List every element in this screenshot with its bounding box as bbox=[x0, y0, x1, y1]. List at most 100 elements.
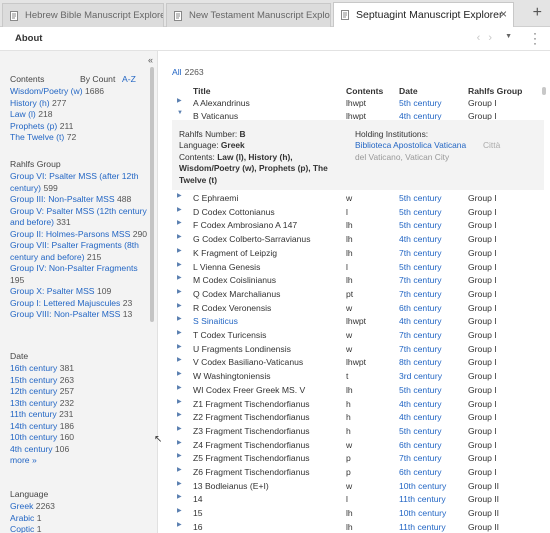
facet-item[interactable]: Group III: Non-Psalter MSS 488 bbox=[10, 194, 150, 206]
cell-date[interactable]: 7th century bbox=[399, 453, 442, 463]
facet-item[interactable]: Group II: Holmes-Parsons MSS 290 bbox=[10, 229, 150, 241]
expand-icon[interactable]: ▶ bbox=[177, 343, 182, 350]
table-row[interactable]: ▶ M Codex Coislinianus lh 7th century Group … bbox=[158, 274, 544, 288]
expand-icon[interactable]: ▶ bbox=[177, 97, 182, 104]
column-header-contents[interactable]: Contents bbox=[346, 86, 383, 96]
expand-icon[interactable]: ▶ bbox=[177, 425, 182, 432]
facet-item[interactable]: Group X: Psalter MSS 109 bbox=[10, 286, 150, 298]
cell-date[interactable]: 3rd century bbox=[399, 371, 442, 381]
cell-date[interactable]: 11th century bbox=[399, 494, 446, 504]
column-header-title[interactable]: Title bbox=[193, 86, 211, 96]
table-row[interactable]: ▶ Z1 Fragment Tischendorfianus h 4th centur… bbox=[158, 398, 544, 412]
facet-item[interactable]: Group V: Psalter MSS (12th century and b… bbox=[10, 206, 150, 229]
facet-item[interactable]: Group VIII: Non-Psalter MSS 13 bbox=[10, 309, 150, 321]
forward-icon[interactable]: › bbox=[488, 32, 500, 44]
tab-new-testament[interactable]: New Testament Manuscript Explorer bbox=[166, 3, 331, 27]
facet-item[interactable]: 11th century 231 bbox=[10, 409, 150, 421]
expand-icon[interactable]: ▶ bbox=[177, 247, 182, 254]
more-link[interactable]: more » bbox=[10, 455, 150, 465]
expand-icon[interactable]: ▶ bbox=[177, 384, 182, 391]
expand-icon[interactable]: ▶ bbox=[177, 302, 182, 309]
cell-date[interactable]: 5th century bbox=[399, 98, 442, 108]
facet-item[interactable]: History (h) 277 bbox=[10, 98, 150, 110]
facet-item[interactable]: Group VII: Psalter Fragments (8th centur… bbox=[10, 240, 150, 263]
expand-icon[interactable]: ▶ bbox=[177, 493, 182, 500]
facet-item[interactable]: 10th century 160 bbox=[10, 432, 150, 444]
facet-item[interactable]: Group I: Lettered Majuscules 23 bbox=[10, 298, 150, 310]
table-row[interactable]: ▶ C Ephraemi w 5th century Group I bbox=[158, 192, 544, 206]
back-icon[interactable]: ‹ bbox=[477, 32, 489, 44]
expand-icon[interactable]: ▶ bbox=[177, 411, 182, 418]
table-row[interactable]: ▶ Z2 Fragment Tischendorfianus h 4th centur… bbox=[158, 411, 544, 425]
expand-icon[interactable]: ▶ bbox=[177, 219, 182, 226]
about-button[interactable]: About bbox=[15, 33, 42, 44]
table-row[interactable]: ▶ G Codex Colberto-Sarravianus lh 4th centu… bbox=[158, 233, 544, 247]
chevron-down-icon[interactable]: ▼ bbox=[505, 33, 512, 40]
cell-date[interactable]: 7th century bbox=[399, 289, 442, 299]
table-row[interactable]: ▶ W Washingtoniensis t 3rd century Group I bbox=[158, 370, 544, 384]
facet-item[interactable]: Law (l) 218 bbox=[10, 109, 150, 121]
cell-date[interactable]: 7th century bbox=[399, 344, 442, 354]
table-row[interactable]: ▶ T Codex Turicensis w 7th century Group I bbox=[158, 329, 544, 343]
cell-date[interactable]: 10th century bbox=[399, 508, 446, 518]
cell-date[interactable]: 5th century bbox=[399, 207, 442, 217]
cell-date[interactable]: 4th century bbox=[399, 234, 442, 244]
expand-icon[interactable]: ▶ bbox=[177, 507, 182, 514]
expand-icon[interactable]: ▶ bbox=[177, 439, 182, 446]
cell-date[interactable]: 5th century bbox=[399, 220, 442, 230]
new-tab-button[interactable]: + bbox=[533, 4, 542, 22]
close-icon[interactable]: × bbox=[500, 7, 507, 21]
tab-hebrew-bible[interactable]: Hebrew Bible Manuscript Explorer bbox=[2, 3, 164, 27]
table-row[interactable]: ▶ 13 Bodleianus (E+I) w 10th century Group I… bbox=[158, 480, 544, 494]
cell-date[interactable]: 5th century bbox=[399, 262, 442, 272]
expand-icon[interactable]: ▶ bbox=[177, 329, 182, 336]
facet-item[interactable]: Greek 2263 bbox=[10, 501, 150, 513]
table-row[interactable]: ▶ U Fragments Londinensis w 7th century Grou… bbox=[158, 343, 544, 357]
cell-date[interactable]: 6th century bbox=[399, 440, 442, 450]
sort-by-count[interactable]: By Count bbox=[80, 74, 115, 84]
table-row[interactable]: ▶ L Vienna Genesis l 5th century Group I bbox=[158, 261, 544, 275]
expand-icon[interactable]: ▶ bbox=[177, 192, 182, 199]
facet-item[interactable]: 13th century 232 bbox=[10, 398, 150, 410]
table-row[interactable]: ▶ A Alexandrinus lhwpt 5th century Group… bbox=[158, 97, 544, 111]
facet-item[interactable]: Prophets (p) 211 bbox=[10, 121, 150, 133]
cell-date[interactable]: 6th century bbox=[399, 303, 442, 313]
table-row[interactable]: ▶ Z4 Fragment Tischendorfianus w 6th centur… bbox=[158, 439, 544, 453]
table-row[interactable]: ▶ V Codex Basiliano-Vaticanus lhwpt 8th cen… bbox=[158, 356, 544, 370]
table-row[interactable]: ▶ D Codex Cottonianus l 5th century Group I bbox=[158, 206, 544, 220]
collapse-icon[interactable]: ▼ bbox=[177, 110, 183, 116]
expand-icon[interactable]: ▶ bbox=[177, 288, 182, 295]
facet-item[interactable]: The Twelve (t) 72 bbox=[10, 132, 150, 144]
cell-date[interactable]: 7th century bbox=[399, 248, 442, 258]
facet-item[interactable]: Wisdom/Poetry (w) 1686 bbox=[10, 86, 150, 98]
expand-icon[interactable]: ▶ bbox=[177, 261, 182, 268]
cell-date[interactable]: 4th century bbox=[399, 399, 442, 409]
table-row[interactable]: ▶ S Sinaiticus lhwpt 4th century Group I bbox=[158, 315, 544, 329]
all-link[interactable]: All bbox=[172, 67, 182, 77]
facet-item[interactable]: 15th century 263 bbox=[10, 375, 150, 387]
expand-icon[interactable]: ▶ bbox=[177, 356, 182, 363]
cell-date[interactable]: 4th century bbox=[399, 316, 442, 326]
table-row[interactable]: ▶ 14 l 11th century Group II bbox=[158, 493, 544, 507]
expand-icon[interactable]: ▶ bbox=[177, 274, 182, 281]
cell-date[interactable]: 4th century bbox=[399, 412, 442, 422]
expand-icon[interactable]: ▶ bbox=[177, 233, 182, 240]
table-row[interactable]: ▶ K Fragment of Leipzig lh 7th century Group… bbox=[158, 247, 544, 261]
facet-item[interactable]: 16th century 381 bbox=[10, 363, 150, 375]
expand-icon[interactable]: ▶ bbox=[177, 452, 182, 459]
cell-date[interactable]: 5th century bbox=[399, 426, 442, 436]
cell-date[interactable]: 7th century bbox=[399, 275, 442, 285]
facet-item[interactable]: Coptic 1 bbox=[10, 524, 150, 533]
column-header-rahlfs[interactable]: Rahlfs Group bbox=[468, 86, 522, 96]
table-row[interactable]: ▶ Q Codex Marchalianus pt 7th century Group … bbox=[158, 288, 544, 302]
facet-item[interactable]: Group VI: Psalter MSS (after 12th centur… bbox=[10, 171, 150, 194]
facet-item[interactable]: Arabic 1 bbox=[10, 513, 150, 525]
cell-date[interactable]: 7th century bbox=[399, 330, 442, 340]
collapse-sidebar-icon[interactable]: « bbox=[148, 55, 153, 65]
table-row[interactable]: ▶ Z6 Fragment Tischendorfianus p 6th centur… bbox=[158, 466, 544, 480]
cell-date[interactable]: 8th century bbox=[399, 357, 442, 367]
more-options-icon[interactable]: · · · bbox=[533, 27, 537, 49]
facet-item[interactable]: 4th century 106 bbox=[10, 444, 150, 456]
sort-az-link[interactable]: A-Z bbox=[122, 74, 136, 84]
expand-icon[interactable]: ▶ bbox=[177, 398, 182, 405]
